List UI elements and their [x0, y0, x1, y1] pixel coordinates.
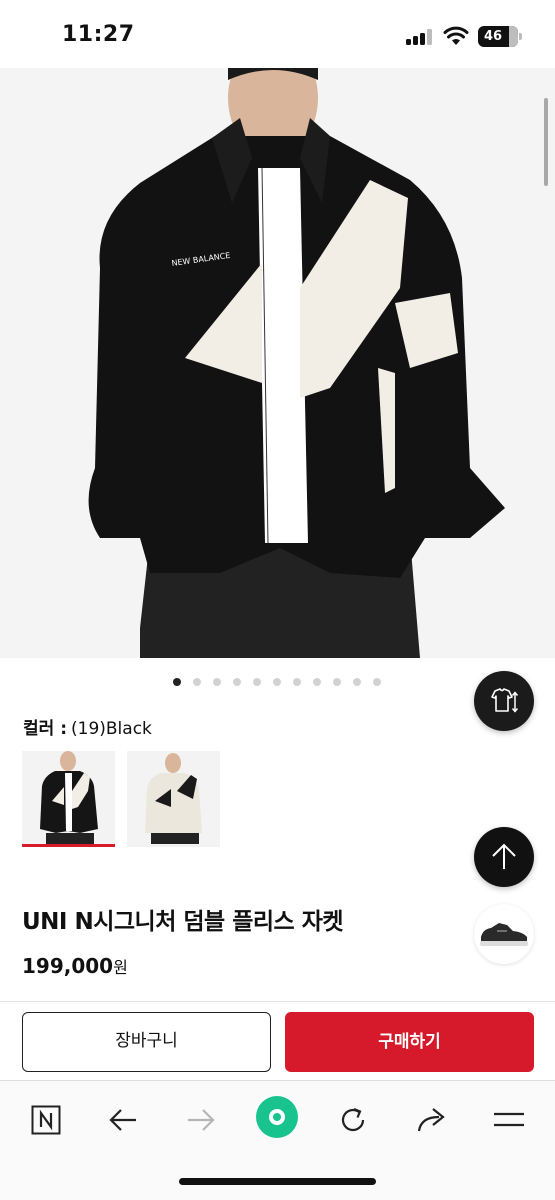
status-bar: 11:27 46 — [0, 0, 555, 68]
price-unit: 원 — [113, 958, 128, 977]
naver-n-icon[interactable] — [24, 1098, 68, 1142]
battery-icon: 46 — [478, 26, 522, 47]
carousel-dots — [173, 678, 381, 688]
carousel-dot[interactable] — [313, 678, 321, 686]
carousel-dot[interactable] — [353, 678, 361, 686]
color-label: 컬러 : — [23, 719, 67, 739]
cellular-signal-icon — [406, 29, 434, 45]
refresh-icon[interactable] — [331, 1098, 375, 1142]
menu-icon[interactable] — [487, 1098, 531, 1142]
color-swatch-black[interactable] — [22, 751, 115, 847]
carousel-dot[interactable] — [253, 678, 261, 686]
green-home-icon[interactable] — [255, 1095, 299, 1139]
carousel-dot[interactable] — [373, 678, 381, 686]
size-guide-button[interactable] — [474, 671, 534, 731]
buy-now-button[interactable]: 구매하기 — [285, 1012, 534, 1072]
scrollbar[interactable] — [544, 98, 548, 186]
product-name: UNI N시그니처 덤블 플리스 자켓 — [22, 909, 344, 935]
tshirt-size-icon — [491, 688, 519, 713]
scroll-top-button[interactable] — [474, 827, 534, 887]
forward-arrow-icon[interactable] — [179, 1098, 223, 1142]
carousel-dot[interactable] — [273, 678, 281, 686]
divider — [0, 1001, 555, 1002]
carousel-dot[interactable] — [193, 678, 201, 686]
carousel-dot[interactable] — [333, 678, 341, 686]
status-time: 11:27 — [62, 22, 135, 47]
carousel-dot[interactable] — [233, 678, 241, 686]
carousel-dot[interactable] — [293, 678, 301, 686]
back-arrow-icon[interactable] — [101, 1098, 145, 1142]
color-swatch-ivory[interactable] — [127, 751, 220, 847]
arrow-up-icon — [492, 843, 516, 869]
home-indicator[interactable] — [179, 1178, 376, 1185]
carousel-dot[interactable] — [173, 678, 181, 686]
battery-level: 46 — [484, 29, 503, 44]
sneaker-thumbnail — [480, 923, 528, 946]
color-value: (19)Black — [71, 719, 152, 739]
price-amount: 199,000 — [22, 954, 114, 978]
carousel-dot[interactable] — [213, 678, 221, 686]
recent-item-thumbnail[interactable] — [474, 904, 534, 964]
add-to-cart-button[interactable]: 장바구니 — [22, 1012, 271, 1072]
color-row: 컬러 : (19)Black — [23, 714, 152, 739]
wifi-icon — [443, 26, 469, 46]
product-price: 199,000원 — [22, 954, 128, 978]
share-icon[interactable] — [409, 1098, 453, 1142]
product-image[interactable]: NEW BALANCE — [0, 68, 555, 658]
